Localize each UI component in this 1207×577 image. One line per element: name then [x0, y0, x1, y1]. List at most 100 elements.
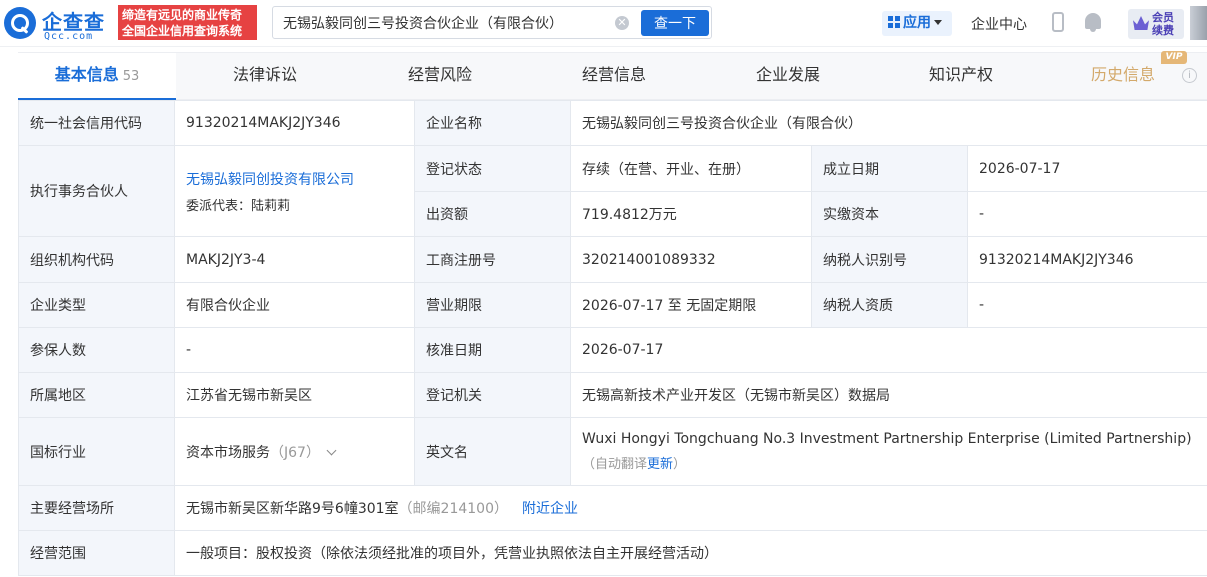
scope-label: 经营范围 — [18, 530, 175, 576]
company-name-label: 企业名称 — [414, 100, 571, 146]
industry-label: 国标行业 — [18, 417, 175, 486]
top-header: 企查查 Qcc.com 缔造有远见的商业传奇 全国企业信用查询系统 ✕ 查一下 … — [0, 0, 1207, 47]
insured-label: 参保人数 — [18, 327, 175, 373]
status-label: 登记状态 — [414, 145, 571, 192]
tab-label: 基本信息 — [54, 65, 119, 84]
tax-qual-label: 纳税人资质 — [811, 282, 968, 328]
vip-badge: VIP — [1161, 51, 1187, 64]
term-value: 2026-07-17 至 无固定期限 — [570, 282, 812, 328]
company-type-value: 有限合伙企业 — [174, 282, 415, 328]
approved-value: 2026-07-17 — [570, 327, 1207, 373]
region-label: 所属地区 — [18, 372, 175, 418]
address-label: 主要经营场所 — [18, 485, 175, 531]
tab-development[interactable]: 企业发展 — [713, 53, 863, 100]
site-logo[interactable]: 企查查 Qcc.com — [4, 5, 116, 43]
postcode-value: （邮编214100） — [398, 501, 508, 517]
tab-risk[interactable]: 经营风险 — [365, 53, 515, 100]
tax-id-label: 纳税人识别号 — [811, 236, 968, 283]
region-value: 江苏省无锡市新吴区 — [174, 372, 415, 418]
tab-history[interactable]: 历史信息 — [1078, 53, 1168, 100]
founded-label: 成立日期 — [811, 145, 968, 192]
clear-icon[interactable]: ✕ — [615, 16, 629, 30]
english-name-cell: Wuxi Hongyi Tongchuang No.3 Investment P… — [570, 417, 1207, 486]
table-row: 参保人数 - 核准日期 2026-07-17 — [18, 327, 1207, 373]
capital-value: 719.4812万元 — [570, 191, 812, 237]
credit-code-label: 统一社会信用代码 — [18, 100, 175, 146]
member-renew-button[interactable]: 会员 续费 — [1128, 9, 1184, 39]
partner-rep: 委派代表：陆莉莉 — [186, 198, 291, 214]
table-row: 组织机构代码 MAKJ2JY3-4 工商注册号 320214001089332 … — [18, 236, 1207, 283]
slogan-line-2: 全国企业信用查询系统 — [122, 24, 243, 38]
grid-icon — [888, 16, 900, 28]
auto-translate-note: （自动翻译更新） — [582, 453, 1196, 472]
table-row: 主要经营场所 无锡市新吴区新华路9号6幢301室（邮编214100） 附近企业 — [18, 485, 1207, 531]
tax-qual-value: - — [967, 282, 1207, 328]
tab-legal[interactable]: 法律诉讼 — [190, 53, 340, 100]
approved-label: 核准日期 — [414, 327, 571, 373]
reg-no-label: 工商注册号 — [414, 236, 571, 283]
tab-ip[interactable]: 知识产权 — [886, 53, 1036, 100]
update-link[interactable]: 更新 — [647, 457, 673, 472]
bell-icon[interactable] — [1085, 13, 1101, 32]
search-input[interactable] — [283, 13, 603, 33]
section-tabs: 基本信息 53 法律诉讼 经营风险 经营信息 企业发展 知识产权 历史信息 VIP… — [18, 51, 1207, 100]
table-row: 国标行业 资本市场服务（J67） 英文名 Wuxi Hongyi Tongchu… — [18, 417, 1207, 486]
authority-label: 登记机关 — [414, 372, 571, 418]
org-code-label: 组织机构代码 — [18, 236, 175, 283]
tab-basic-info[interactable]: 基本信息 53 — [18, 53, 176, 100]
avatar[interactable] — [1190, 6, 1207, 40]
reg-no-value: 320214001089332 — [570, 236, 812, 283]
logo-domain: Qcc.com — [44, 31, 94, 42]
address-value: 无锡市新吴区新华路9号6幢301室 — [186, 501, 399, 517]
slogan-line-1: 缔造有远见的商业传奇 — [122, 8, 243, 22]
search-box: ✕ 查一下 — [272, 6, 712, 39]
industry-code: （J67） — [270, 444, 320, 461]
company-center-link[interactable]: 企业中心 — [971, 14, 1027, 34]
member-line-1: 会员 — [1152, 11, 1174, 24]
table-row: 企业类型 有限合伙企业 营业期限 2026-07-17 至 无固定期限 纳税人资… — [18, 282, 1207, 328]
paid-capital-value: - — [967, 191, 1207, 237]
table-row: 执行事务合伙人 无锡弘毅同创投资有限公司 委派代表：陆莉莉 登记状态 存续（在营… — [18, 145, 1207, 237]
status-value: 存续（在营、开业、在册） — [570, 145, 812, 192]
auto-translate-text: （自动翻译 — [582, 457, 648, 472]
english-name-label: 英文名 — [414, 417, 571, 486]
tab-business[interactable]: 经营信息 — [539, 53, 689, 100]
credit-code-value: 91320214MAKJ2JY346 — [174, 100, 415, 146]
paid-capital-label: 实缴资本 — [811, 191, 968, 237]
info-icon[interactable]: i — [1182, 68, 1197, 83]
company-name-value: 无锡弘毅同创三号投资合伙企业（有限合伙） — [570, 100, 1207, 146]
address-cell: 无锡市新吴区新华路9号6幢301室（邮编214100） 附近企业 — [174, 485, 1207, 531]
capital-label: 出资额 — [414, 191, 571, 237]
english-name-value: Wuxi Hongyi Tongchuang No.3 Investment P… — [582, 431, 1192, 447]
apps-label: 应用 — [903, 15, 931, 31]
partner-label: 执行事务合伙人 — [18, 145, 175, 237]
org-code-value: MAKJ2JY3-4 — [174, 236, 415, 283]
partner-cell: 无锡弘毅同创投资有限公司 委派代表：陆莉莉 — [174, 145, 415, 237]
scope-value: 一般项目：股权投资（除依法须经批准的项目外，凭营业执照依法自主开展经营活动） — [174, 530, 1207, 576]
member-label: 会员 续费 — [1152, 11, 1182, 37]
auto-translate-end: ） — [673, 457, 687, 472]
authority-value: 无锡高新技术产业开发区（无锡市新吴区）数据局 — [570, 372, 1207, 418]
company-type-label: 企业类型 — [18, 282, 175, 328]
term-label: 营业期限 — [414, 282, 571, 328]
industry-cell[interactable]: 资本市场服务（J67） — [174, 417, 415, 486]
mobile-icon[interactable] — [1052, 12, 1064, 32]
nearby-companies-link[interactable]: 附近企业 — [522, 501, 578, 517]
logo-search-icon — [4, 7, 36, 39]
founded-value: 2026-07-17 — [967, 145, 1207, 192]
basic-info-table: 统一社会信用代码 91320214MAKJ2JY346 企业名称 无锡弘毅同创三… — [18, 100, 1207, 576]
industry-value: 资本市场服务 — [186, 444, 270, 461]
insured-value: - — [174, 327, 415, 373]
member-line-2: 续费 — [1152, 24, 1174, 37]
tax-id-value: 91320214MAKJ2JY346 — [967, 236, 1207, 283]
search-button[interactable]: 查一下 — [641, 10, 709, 36]
partner-link[interactable]: 无锡弘毅同创投资有限公司 — [186, 169, 403, 189]
table-row: 经营范围 一般项目：股权投资（除依法须经批准的项目外，凭营业执照依法自主开展经营… — [18, 530, 1207, 576]
chevron-down-icon[interactable] — [326, 445, 337, 455]
caret-down-icon — [934, 20, 942, 25]
table-row: 统一社会信用代码 91320214MAKJ2JY346 企业名称 无锡弘毅同创三… — [18, 100, 1207, 146]
apps-menu[interactable]: 应用 — [882, 11, 952, 36]
table-row: 所属地区 江苏省无锡市新吴区 登记机关 无锡高新技术产业开发区（无锡市新吴区）数… — [18, 372, 1207, 418]
slogan-banner: 缔造有远见的商业传奇 全国企业信用查询系统 — [118, 5, 257, 40]
crown-icon — [1133, 16, 1149, 30]
